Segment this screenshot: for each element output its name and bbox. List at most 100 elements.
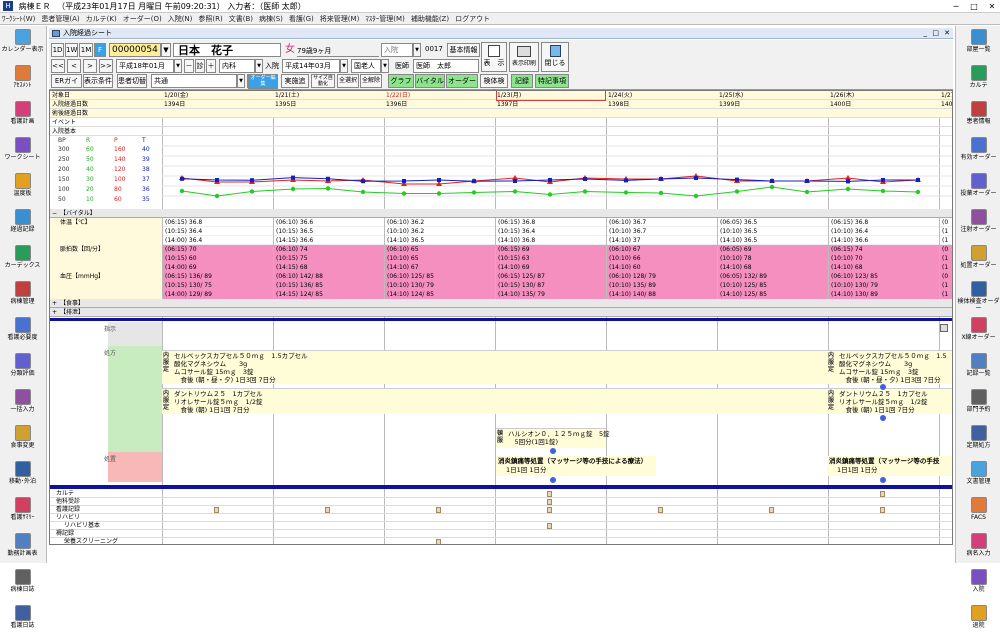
vital-cell[interactable]: (14:10) 124/ 85 xyxy=(385,290,495,299)
tab-special-notes[interactable]: 特記事項 xyxy=(535,74,569,88)
treatment2-block[interactable]: 消炎鎮痛等処置（マッサージ等の手技 1日1回 1日分 xyxy=(827,456,952,476)
vital-cell[interactable]: (06:15) 136/ 89 xyxy=(163,272,273,281)
expand-icon[interactable]: + xyxy=(52,308,57,317)
maximize-icon[interactable]: □ xyxy=(966,1,982,12)
vital-cell[interactable]: (06:15) 36.8 xyxy=(163,218,273,227)
vital-cell[interactable]: (06:10) 123/ 85 xyxy=(829,272,939,281)
date-dropdown-icon[interactable]: ▼ xyxy=(174,59,182,73)
vital-cell[interactable]: (14:10) 36.5 xyxy=(718,236,828,245)
record-note-icon[interactable] xyxy=(436,539,441,544)
vital-cell[interactable]: (14:15) 36.6 xyxy=(274,236,384,245)
collapse-icon[interactable]: − xyxy=(52,209,57,218)
scroll-icon[interactable] xyxy=(940,324,948,332)
left-nav-14[interactable]: 看護ｻﾏﾘｰ xyxy=(0,497,45,530)
dept-dropdown-icon[interactable]: ▼ xyxy=(255,59,263,73)
date-header[interactable]: 1/24(火) xyxy=(608,91,716,100)
left-nav-2[interactable]: ｱｾｽﾒﾝﾄ xyxy=(0,65,45,98)
meal-section-header[interactable]: + 【食事】 xyxy=(50,299,952,308)
patient-id-dropdown-icon[interactable]: ▼ xyxy=(161,43,171,57)
vital-cell[interactable]: (14:00) 69 xyxy=(163,263,273,272)
add-order-icon[interactable] xyxy=(550,448,556,454)
record-row[interactable]: カルテ xyxy=(50,490,952,498)
vital-cell[interactable]: (06:10) 67 xyxy=(607,245,717,254)
vital-cell[interactable]: (10:10) 65 xyxy=(385,254,495,263)
record-note-icon[interactable] xyxy=(547,523,552,529)
add-order-icon[interactable] xyxy=(880,415,886,421)
rx3-block[interactable]: 頓服 ハルシオン０．１２５ｍｇ錠 5錠 5回分(1回1錠) xyxy=(496,428,610,448)
left-nav-8[interactable]: 病棟管理 xyxy=(0,281,45,314)
left-nav-13[interactable]: 移動･外泊 xyxy=(0,461,45,494)
vital-cell[interactable]: (0 xyxy=(940,218,952,227)
vital-cell[interactable]: (10:10) 135/ 89 xyxy=(607,281,717,290)
date-header[interactable]: 1/23(月) xyxy=(496,91,606,101)
vital-cell[interactable]: (1 xyxy=(940,290,952,299)
status-dropdown-icon[interactable]: ▼ xyxy=(413,43,421,57)
rx1-block[interactable]: 内服定 セルベックスカプセル５０ｍｇ 1.5カプセル 酸化マグネシウム 3g ムコサー… xyxy=(162,350,827,384)
vital-cell[interactable]: (10:10) 36.2 xyxy=(385,227,495,236)
rx1_right-block[interactable]: 内服定 セルベックスカプセル５０ｍｇ 1.5 酸化マグネシウム 3g ムコサール錠 1… xyxy=(827,350,952,384)
vital-cell[interactable]: (1 xyxy=(940,281,952,290)
er-guide-button[interactable]: ERガイド xyxy=(51,74,82,97)
date-field[interactable]: 平成18年01月23日 xyxy=(116,59,174,82)
vital-cell[interactable]: (06:15) 125/ 87 xyxy=(496,272,606,281)
vital-cell[interactable]: (06:10) 36.7 xyxy=(607,218,717,227)
left-nav-15[interactable]: 勤務計画表 xyxy=(0,533,45,566)
display-button[interactable]: 表 示 xyxy=(481,42,507,72)
vital-cell[interactable]: (10:15) 36.4 xyxy=(163,227,273,236)
vital-cell[interactable]: (14:10) 36.6 xyxy=(829,236,939,245)
vital-cell[interactable]: (14:15) 68 xyxy=(274,263,384,272)
range-1w-button[interactable]: 1W xyxy=(65,43,78,57)
left-nav-3[interactable]: 看護計画 xyxy=(0,101,45,134)
record-row[interactable]: 看護記録 xyxy=(50,506,952,514)
vital-cell[interactable]: (06:15) 36.8 xyxy=(829,218,939,227)
vital-cell[interactable]: (1 xyxy=(940,254,952,263)
vital-cell[interactable]: (10:15) 63 xyxy=(496,254,606,263)
right-nav-11[interactable]: 部門予約 xyxy=(956,389,1000,422)
close-sheet-button[interactable]: 閉じる xyxy=(541,42,569,72)
vital-cell[interactable]: (10:10) 125/ 85 xyxy=(718,281,828,290)
range-1d-button[interactable]: 1D xyxy=(51,43,64,57)
next-page-button[interactable]: > xyxy=(83,59,97,73)
rx2_right-block[interactable]: 内服定 ダントリウム２５ 1カプセル リオレサール錠５ｍｇ 1/2錠 食後 (朝) … xyxy=(827,388,952,414)
date-header[interactable]: 1/27 xyxy=(941,91,952,100)
vital-cell[interactable]: (10:10) 130/ 79 xyxy=(385,281,495,290)
date-header[interactable]: 1/25(水) xyxy=(719,91,827,100)
inner-minimize-icon[interactable]: _ xyxy=(924,28,928,39)
select-all-button[interactable]: 全選択 xyxy=(337,74,359,88)
right-nav-17[interactable]: 退院 xyxy=(956,605,1000,638)
release-all-button[interactable]: 全解除 xyxy=(360,74,382,88)
vital-cell[interactable]: (10:15) 60 xyxy=(163,254,273,263)
right-nav-13[interactable]: 文書管理 xyxy=(956,461,1000,494)
menu-item[interactable]: 補助機能(Z) xyxy=(411,15,449,23)
vital-cell[interactable]: (14:10) 67 xyxy=(385,263,495,272)
vital-cell[interactable]: (06:10) 128/ 79 xyxy=(607,272,717,281)
inner-close-icon[interactable]: ✕ xyxy=(944,28,950,39)
vital-cell[interactable]: (1 xyxy=(940,227,952,236)
vital-cell[interactable]: (10:10) 66 xyxy=(607,254,717,263)
right-nav-9[interactable]: X線オーダー xyxy=(956,317,1000,350)
vital-cell[interactable]: (10:15) 130/ 75 xyxy=(163,281,273,290)
vital-cell[interactable]: (14:00) 36.4 xyxy=(163,236,273,245)
right-nav-14[interactable]: FACS xyxy=(956,497,1000,530)
record-note-icon[interactable] xyxy=(325,507,330,513)
record-note-icon[interactable] xyxy=(436,507,441,513)
date-header[interactable]: 1/20(金) xyxy=(164,91,272,100)
vital-cell[interactable]: (14:10) 130/ 89 xyxy=(829,290,939,299)
right-nav-7[interactable]: 処置オーダー xyxy=(956,245,1000,278)
vital-cell[interactable]: (14:10) 36.5 xyxy=(385,236,495,245)
record-note-icon[interactable] xyxy=(214,507,219,513)
vital-cell[interactable]: (06:05) 69 xyxy=(718,245,828,254)
vital-cell[interactable]: (0 xyxy=(940,272,952,281)
size-auto-button[interactable]: サイズ自動化 xyxy=(311,74,335,88)
range-1m-button[interactable]: 1M xyxy=(79,43,93,57)
menu-item[interactable]: オーダー(O) xyxy=(123,15,162,23)
left-nav-17[interactable]: 看護日誌 xyxy=(0,605,45,638)
vital-cell[interactable]: (06:10) 125/ 85 xyxy=(385,272,495,281)
left-nav-10[interactable]: 分類評価 xyxy=(0,353,45,386)
expand-icon[interactable]: + xyxy=(52,299,57,308)
vital-cell[interactable]: (10:10) 130/ 79 xyxy=(829,281,939,290)
record-note-icon[interactable] xyxy=(880,491,885,497)
right-nav-6[interactable]: 注射オーダー xyxy=(956,209,1000,242)
vital-cell[interactable]: (14:00) 129/ 89 xyxy=(163,290,273,299)
vital-cell[interactable]: (14:10) 125/ 85 xyxy=(718,290,828,299)
